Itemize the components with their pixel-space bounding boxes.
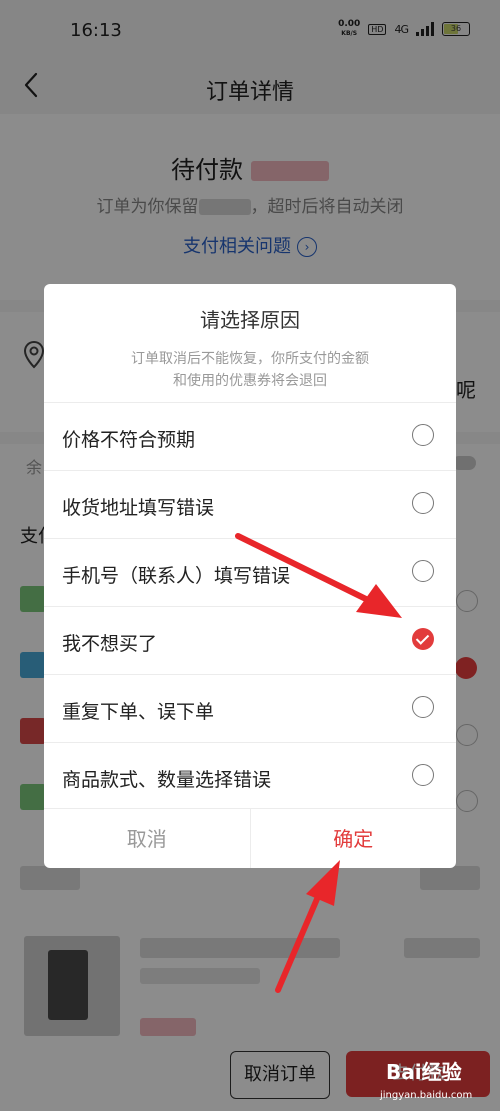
- dialog-cancel-button[interactable]: 取消: [44, 809, 251, 868]
- radio-icon[interactable]: [412, 492, 434, 514]
- reason-option[interactable]: 重复下单、误下单: [44, 674, 456, 742]
- radio-checked-icon[interactable]: [412, 628, 434, 650]
- radio-icon[interactable]: [412, 560, 434, 582]
- reason-label: 手机号（联系人）填写错误: [62, 565, 291, 587]
- reason-label: 收货地址填写错误: [62, 497, 215, 519]
- dialog-buttons: 取消 确定: [44, 808, 456, 868]
- reason-label: 价格不符合预期: [62, 429, 196, 451]
- radio-icon[interactable]: [412, 424, 434, 446]
- dialog-title: 请选择原因: [200, 308, 300, 332]
- reason-label: 重复下单、误下单: [62, 701, 215, 723]
- dialog-subtitle: 订单取消后不能恢复，你所支付的金额: [131, 351, 369, 367]
- reason-list: 价格不符合预期 收货地址填写错误 手机号（联系人）填写错误 我不想买了 重复下单…: [44, 402, 456, 810]
- reason-label: 商品款式、数量选择错误: [62, 769, 272, 791]
- radio-icon[interactable]: [412, 764, 434, 786]
- cancel-reason-dialog: 请选择原因 订单取消后不能恢复，你所支付的金额 和使用的优惠券将会退回 价格不符…: [44, 284, 456, 868]
- watermark-logo: Bai经验 jingyan.baidu.com: [380, 1060, 473, 1101]
- dialog-subtitle: 和使用的优惠券将会退回: [173, 373, 327, 389]
- reason-option[interactable]: 收货地址填写错误: [44, 470, 456, 538]
- reason-option-selected[interactable]: 我不想买了: [44, 606, 456, 674]
- reason-option[interactable]: 价格不符合预期: [44, 402, 456, 470]
- dialog-confirm-button[interactable]: 确定: [251, 809, 457, 868]
- reason-option[interactable]: 手机号（联系人）填写错误: [44, 538, 456, 606]
- reason-option[interactable]: 商品款式、数量选择错误: [44, 742, 456, 810]
- reason-label: 我不想买了: [62, 633, 158, 655]
- radio-icon[interactable]: [412, 696, 434, 718]
